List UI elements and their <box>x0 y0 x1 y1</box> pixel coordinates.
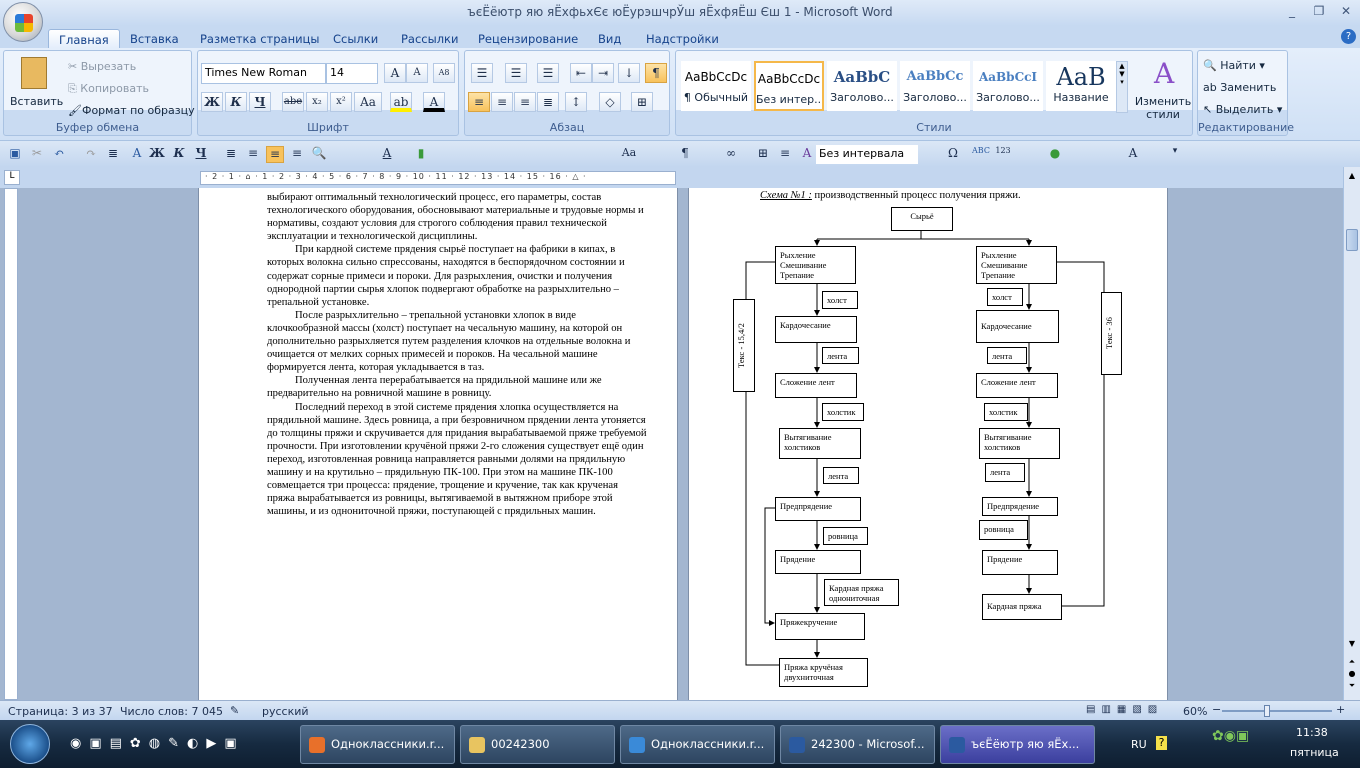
diagram-box: Кардочесание <box>775 316 857 343</box>
diagram-label: холст <box>987 288 1023 306</box>
taskbar: ◉▣▤✿◍✎◐▶▣ Одноклассники.r... 00242300 Од… <box>0 720 1360 768</box>
start-button[interactable] <box>10 724 50 764</box>
next-page-icon[interactable]: ⏷ <box>1346 681 1358 693</box>
zoom-slider[interactable] <box>1222 710 1332 712</box>
diagram-box: Пряжа кручёная двухниточная <box>779 658 868 687</box>
view-buttons[interactable]: ▤▥▦▧▨ <box>1086 704 1176 718</box>
diagram-label: холстик <box>822 403 864 421</box>
clock-time[interactable]: 11:38 <box>1296 726 1328 739</box>
diagram-box: Пряжекручение <box>775 613 865 640</box>
scroll-thumb[interactable] <box>1346 229 1358 251</box>
diagram-box: Прядение <box>982 550 1058 575</box>
diagram-box: Предпрядение <box>982 497 1058 516</box>
taskbar-item[interactable]: Одноклассники.r... <box>620 725 775 764</box>
taskbar-item[interactable]: 00242300 <box>460 725 615 764</box>
clock-day[interactable]: пятница <box>1290 746 1339 759</box>
diagram-box: Прядение <box>775 550 861 574</box>
word-icon <box>789 737 805 753</box>
vertical-scrollbar[interactable]: ▲ ▼ ⏶ ● ⏷ <box>1343 167 1360 700</box>
taskbar-item[interactable]: Одноклассники.r... <box>300 725 455 764</box>
task-label: Одноклассники.r... <box>651 737 765 751</box>
diagram-box: Вытягивание холстиков <box>979 428 1060 459</box>
diagram-side-label: Текс - 15,4/2 <box>733 299 755 392</box>
diagram-label: холстик <box>984 403 1028 421</box>
diagram-box: Кардная пряжа <box>982 594 1062 620</box>
zoom-out-button[interactable]: − <box>1212 703 1221 716</box>
diagram-label: лента <box>985 463 1025 482</box>
status-bar: Страница: 3 из 37 Число слов: 7 045 ✎ ру… <box>0 700 1360 720</box>
diagram-label: холст <box>822 291 858 309</box>
diagram-box: Рыхление Смешивание Трепание <box>976 246 1057 284</box>
diagram-box-raw: Сырьё <box>891 207 953 231</box>
diagram-box: Сложение лент <box>976 373 1058 398</box>
diagram-box: Сложение лент <box>775 373 857 398</box>
tray-icons[interactable]: ✿◉▣ <box>1212 728 1249 744</box>
taskbar-item-active[interactable]: ъєЁёютр яю яЁх... <box>940 725 1095 764</box>
taskbar-item[interactable]: 242300 - Microsof... <box>780 725 935 764</box>
word-count[interactable]: Число слов: 7 045 <box>120 705 223 718</box>
diagram-label: Кардная пряжа однониточная <box>824 579 899 606</box>
diagram-label: ровница <box>823 527 868 545</box>
diagram-box: Вытягивание холстиков <box>779 428 861 459</box>
diagram-connectors <box>745 230 1105 666</box>
diagram-box: Предпрядение <box>775 497 861 521</box>
zoom-level[interactable]: 60% <box>1183 705 1207 718</box>
office-button[interactable] <box>3 2 43 42</box>
diagram-side-label: Текс - 36 <box>1101 292 1122 375</box>
folder-icon <box>469 737 485 753</box>
page-count[interactable]: Страница: 3 из 37 <box>8 705 113 718</box>
task-label: Одноклассники.r... <box>331 737 445 751</box>
browse-object-icon[interactable]: ● <box>1346 669 1358 681</box>
zoom-in-button[interactable]: + <box>1336 703 1345 716</box>
quick-launch-icons[interactable]: ◉▣▤✿◍✎◐▶▣ <box>70 736 245 751</box>
diagram-label: лента <box>822 347 859 364</box>
task-label: 00242300 <box>491 737 550 751</box>
previous-page-icon[interactable]: ⏶ <box>1346 657 1358 669</box>
language-indicator[interactable]: RU <box>1131 738 1147 751</box>
diagram-box: Рыхление Смешивание Трепание <box>775 246 856 284</box>
word-icon <box>949 737 965 753</box>
diagram-box: Кардочесание <box>976 310 1059 343</box>
diagram-label: лента <box>987 347 1027 364</box>
task-label: ъєЁёютр яю яЁх... <box>971 737 1080 751</box>
zoom-slider-thumb[interactable] <box>1264 705 1270 717</box>
language[interactable]: русский <box>262 705 309 718</box>
scroll-down-arrow[interactable]: ▼ <box>1346 639 1358 653</box>
help-tray-icon[interactable]: ? <box>1156 736 1167 750</box>
ie-icon <box>629 737 645 753</box>
diagram-label: ровница <box>979 520 1028 540</box>
proofing-icon[interactable]: ✎ <box>230 704 239 717</box>
scroll-up-arrow[interactable]: ▲ <box>1346 171 1358 185</box>
task-label: 242300 - Microsof... <box>811 737 925 751</box>
office-logo-icon <box>15 14 33 32</box>
diagram-label: лента <box>823 467 859 484</box>
firefox-icon <box>309 737 325 753</box>
